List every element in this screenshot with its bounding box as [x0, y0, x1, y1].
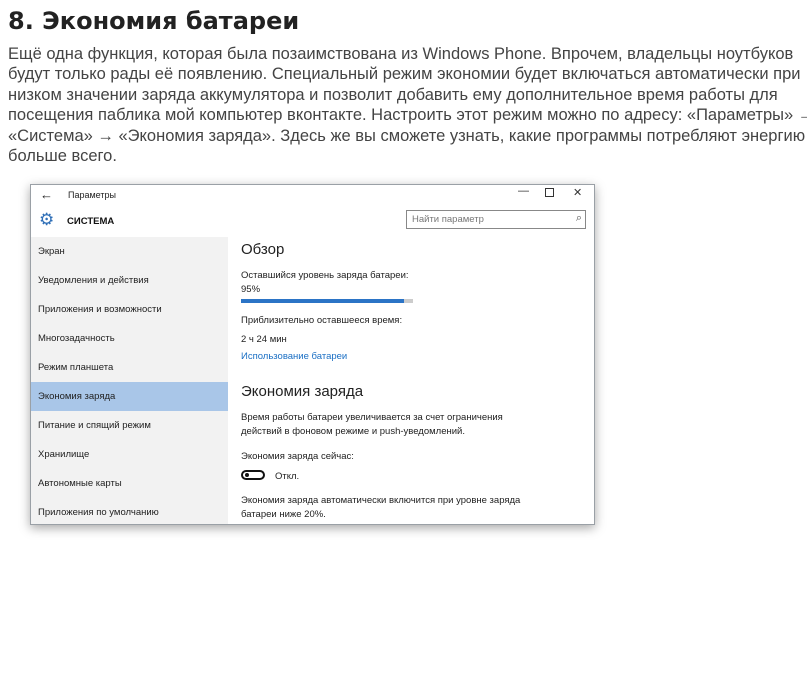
battery-level-label: Оставшийся уровень заряда батареи:	[241, 270, 409, 281]
close-button[interactable]: ✕	[573, 186, 582, 199]
sidebar-item-battery-saver[interactable]: Экономия заряда	[31, 382, 228, 411]
battery-level-fill	[241, 299, 405, 303]
paragraph-line: посещения паблика мой компьютер вконтакт…	[8, 106, 807, 125]
auto-enable-note: Экономия заряда автоматически включится …	[241, 495, 521, 506]
back-arrow-icon[interactable]: ←	[40, 187, 53, 202]
toggle-knob	[245, 473, 249, 477]
toggle-state-label: Откл.	[275, 471, 300, 482]
sidebar-item-tablet-mode[interactable]: Режим планшета	[31, 353, 228, 382]
battery-level-bar	[241, 299, 413, 303]
battery-saver-toggle[interactable]	[241, 470, 265, 480]
window-title: Параметры	[68, 190, 116, 200]
sidebar-item-notifications[interactable]: Уведомления и действия	[31, 266, 228, 295]
settings-header: ⚙ СИСТЕМА Найти параметр ⌕	[31, 207, 594, 241]
sidebar-item-display[interactable]: Экран	[31, 237, 228, 266]
settings-window: ← Параметры — ✕ ⚙ СИСТЕМА Найти параметр…	[30, 184, 595, 525]
sidebar-item-apps-features[interactable]: Приложения и возможности	[31, 295, 228, 324]
remaining-time-value: 2 ч 24 мин	[241, 334, 287, 345]
search-icon[interactable]: ⌕	[576, 212, 582, 225]
minimize-button[interactable]: —	[518, 185, 529, 197]
sidebar-item-power-sleep[interactable]: Питание и спящий режим	[31, 411, 228, 440]
maximize-button[interactable]	[545, 188, 554, 197]
sidebar-item-default-apps[interactable]: Приложения по умолчанию	[31, 498, 228, 524]
article-paragraph: Ещё одна функция, которая была позаимств…	[8, 44, 807, 166]
sidebar: Экран Уведомления и действия Приложения …	[31, 237, 228, 524]
sidebar-item-multitasking[interactable]: Многозадачность	[31, 324, 228, 353]
sidebar-item-offline-maps[interactable]: Автономные карты	[31, 469, 228, 498]
section-title: СИСТЕМА	[67, 216, 115, 227]
paragraph-line: больше всего.	[8, 147, 117, 166]
content-pane: Обзор Оставшийся уровень заряда батареи:…	[241, 237, 591, 524]
search-input[interactable]: Найти параметр ⌕	[406, 210, 586, 229]
remaining-time-label: Приблизительно оставшееся время:	[241, 315, 403, 326]
battery-saver-description: Время работы батареи увеличивается за сч…	[241, 412, 503, 423]
paragraph-line: Ещё одна функция, которая была позаимств…	[8, 45, 794, 63]
paragraph-line: будут только рады её появлению. Специаль…	[8, 65, 801, 84]
overview-title: Обзор	[241, 241, 285, 258]
battery-level-value: 95%	[241, 284, 261, 295]
auto-enable-note: батареи ниже 20%.	[241, 509, 326, 520]
title-bar: ← Параметры — ✕	[31, 185, 594, 207]
article-heading: 8. Экономия батареи	[8, 7, 300, 35]
sidebar-item-storage[interactable]: Хранилище	[31, 440, 228, 469]
paragraph-line: низком значении заряда аккумулятора и по…	[8, 85, 778, 104]
search-placeholder: Найти параметр	[412, 214, 484, 225]
battery-usage-link[interactable]: Использование батареи	[241, 351, 347, 362]
battery-saver-title: Экономия заряда	[241, 383, 364, 400]
gear-icon: ⚙	[39, 210, 55, 229]
article: 8. Экономия батареи Ещё одна функция, ко…	[0, 0, 807, 673]
paragraph-line: «Система» → «Экономия заряда». Здесь же …	[8, 126, 806, 145]
battery-saver-description: действий в фоновом режиме и push-уведомл…	[241, 426, 465, 437]
battery-saver-now-label: Экономия заряда сейчас:	[241, 451, 354, 462]
